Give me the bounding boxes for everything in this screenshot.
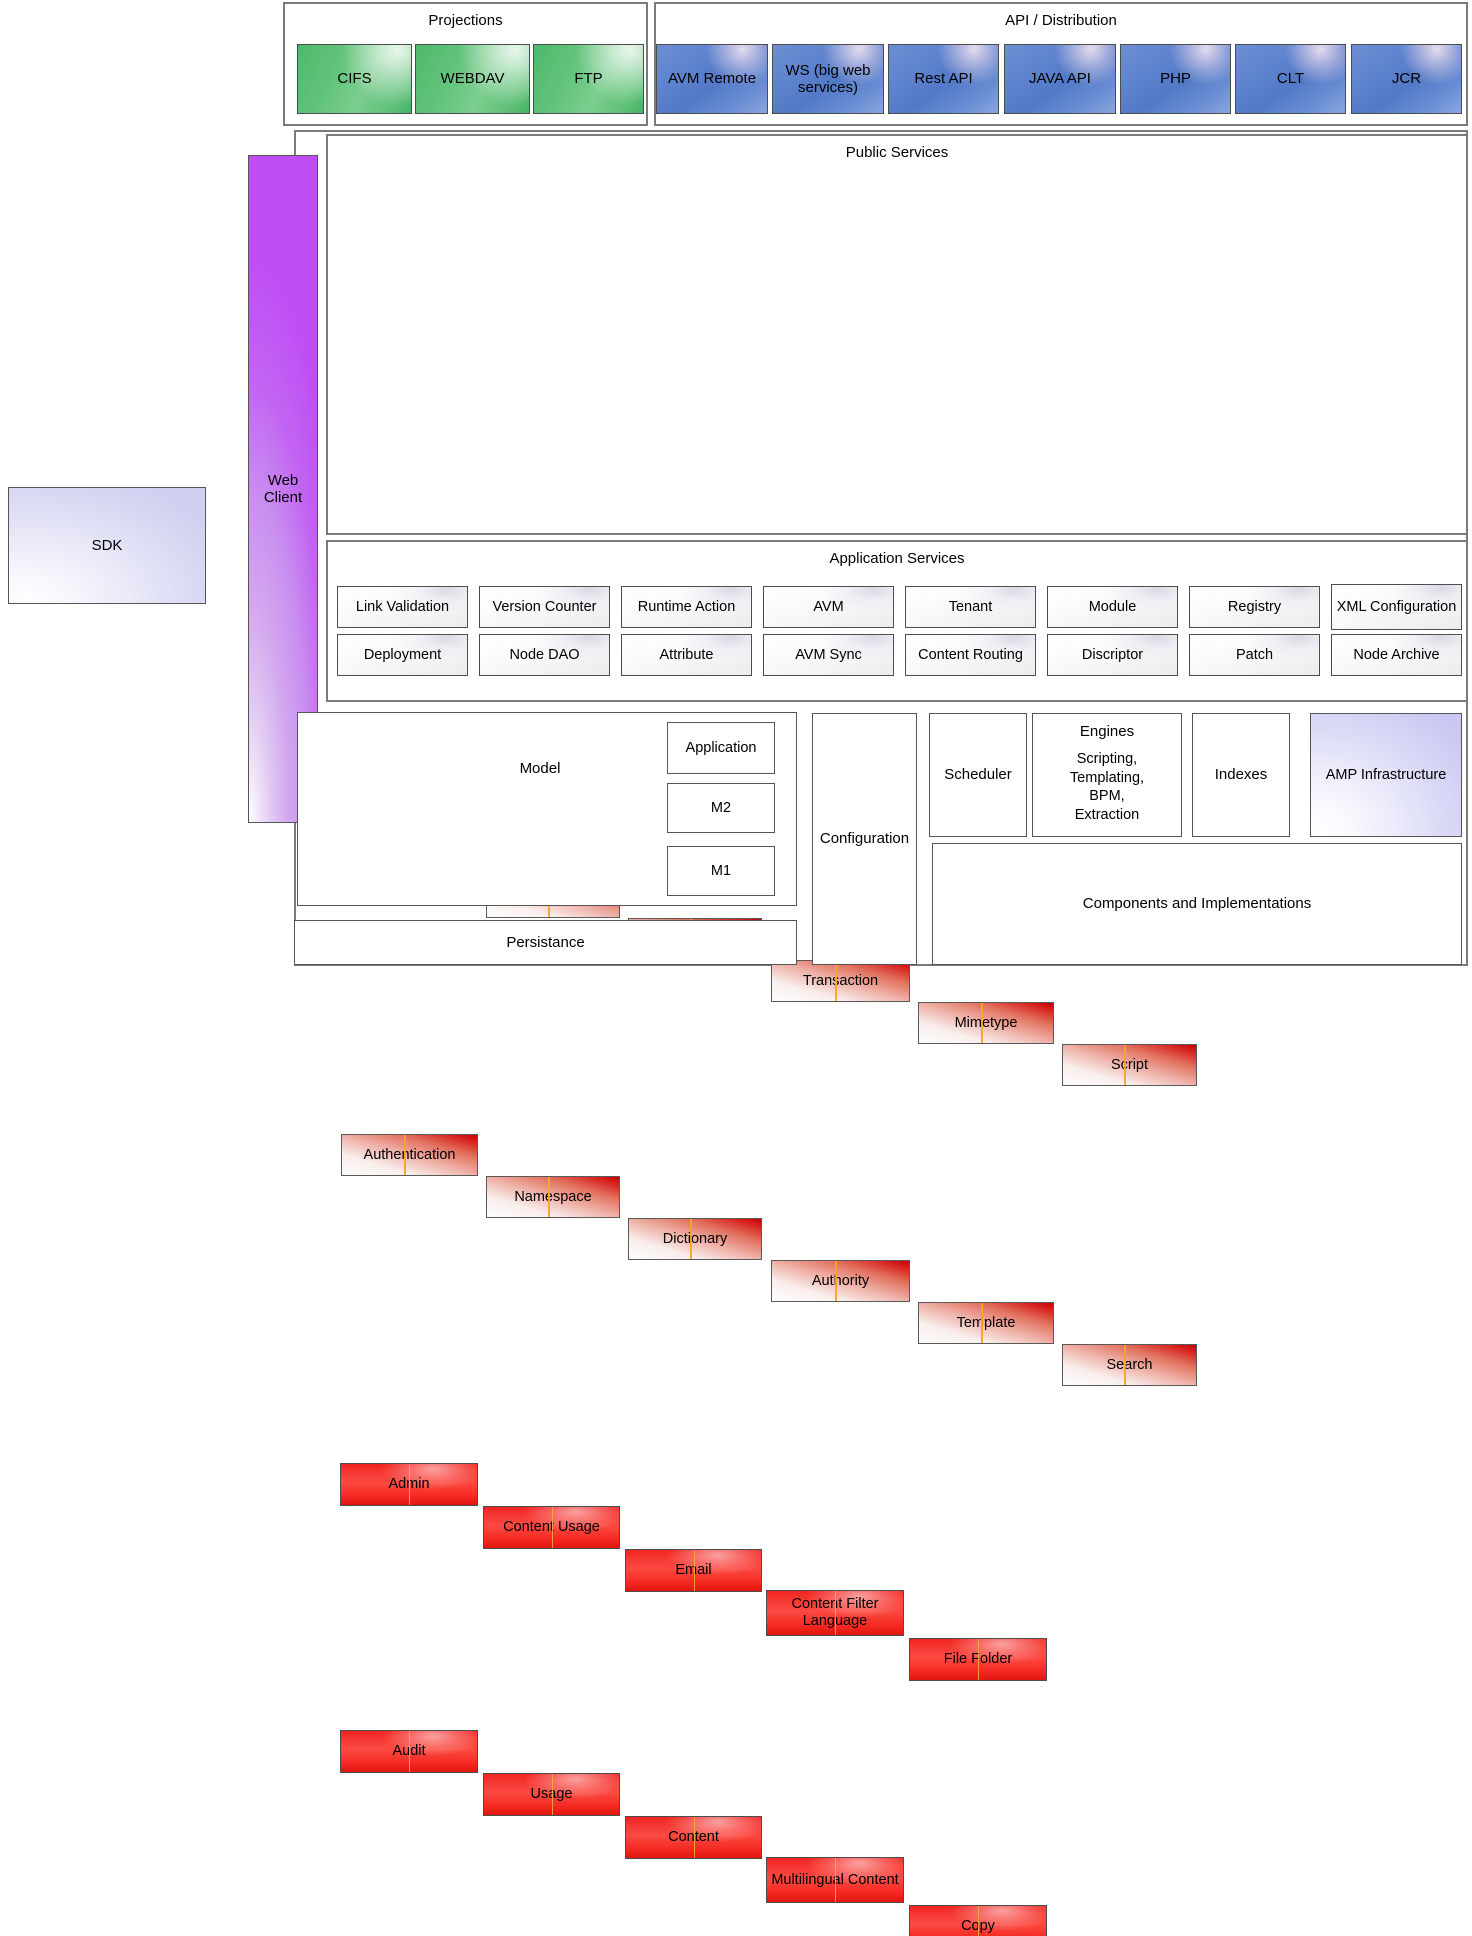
public-services-title: Public Services	[845, 144, 949, 161]
app-service-node-archive[interactable]: Node Archive	[1331, 634, 1462, 676]
public-service-script[interactable]: Script	[1062, 1044, 1197, 1086]
app-service-module[interactable]: Module	[1047, 586, 1178, 628]
public-service-email[interactable]: Email	[625, 1549, 762, 1592]
api-ws-big-web-services[interactable]: WS (big web services)	[772, 44, 884, 114]
api-distribution-title: API / Distribution	[1005, 12, 1117, 29]
engines-box[interactable]: Engines Scripting, Templating, BPM, Extr…	[1032, 713, 1182, 837]
model-layer-application[interactable]: Application	[667, 722, 775, 774]
model-label: Model	[519, 760, 561, 778]
components-implementations-box[interactable]: Components and Implementations	[932, 843, 1462, 965]
public-service-template[interactable]: Template	[918, 1302, 1054, 1344]
indexes-box[interactable]: Indexes	[1192, 713, 1290, 837]
sdk-box[interactable]: SDK	[8, 487, 206, 604]
app-service-avm-sync[interactable]: AVM Sync	[763, 634, 894, 676]
public-service-copy[interactable]: Copy	[909, 1905, 1047, 1936]
api-jcr[interactable]: JCR	[1351, 44, 1462, 114]
public-service-authentication[interactable]: Authentication	[341, 1134, 478, 1176]
public-service-content[interactable]: Content	[625, 1816, 762, 1859]
configuration-box[interactable]: Configuration	[812, 713, 917, 965]
projections-title: Projections	[428, 12, 503, 29]
projection-ftp[interactable]: FTP	[533, 44, 644, 114]
app-service-deployment[interactable]: Deployment	[337, 634, 468, 676]
public-service-usage[interactable]: Usage	[483, 1773, 620, 1816]
public-service-file-folder[interactable]: File Folder	[909, 1638, 1047, 1681]
public-service-transaction[interactable]: Transaction	[771, 960, 910, 1002]
api-clt[interactable]: CLT	[1235, 44, 1346, 114]
public-service-search[interactable]: Search	[1062, 1344, 1197, 1386]
public-service-dictionary[interactable]: Dictionary	[628, 1218, 762, 1260]
projection-cifs[interactable]: CIFS	[297, 44, 412, 114]
app-service-registry[interactable]: Registry	[1189, 586, 1320, 628]
engines-body: Scripting, Templating, BPM, Extraction	[1069, 751, 1145, 823]
persistance-box[interactable]: Persistance	[294, 920, 797, 965]
public-service-admin[interactable]: Admin	[340, 1463, 478, 1506]
public-service-content-usage[interactable]: Content Usage	[483, 1506, 620, 1549]
public-service-namespace[interactable]: Namespace	[486, 1176, 620, 1218]
app-service-content-routing[interactable]: Content Routing	[905, 634, 1036, 676]
app-service-attribute[interactable]: Attribute	[621, 634, 752, 676]
model-layer-m2[interactable]: M2	[667, 783, 775, 833]
model-layer-m1[interactable]: M1	[667, 846, 775, 896]
app-service-link-validation[interactable]: Link Validation	[337, 586, 468, 628]
app-service-xml-configuration[interactable]: XML Configuration	[1331, 584, 1462, 630]
app-service-discriptor[interactable]: Discriptor	[1047, 634, 1178, 676]
app-service-runtime-action[interactable]: Runtime Action	[621, 586, 752, 628]
public-services-container: Public Services	[326, 134, 1468, 535]
api-avm-remote[interactable]: AVM Remote	[656, 44, 768, 114]
application-services-title: Application Services	[829, 550, 965, 567]
api-java-api[interactable]: JAVA API	[1004, 44, 1116, 114]
api-rest-api[interactable]: Rest API	[888, 44, 999, 114]
engines-title: Engines	[1079, 723, 1135, 740]
app-service-version-counter[interactable]: Version Counter	[479, 586, 610, 628]
public-service-authority[interactable]: Authority	[771, 1260, 910, 1302]
app-service-tenant[interactable]: Tenant	[905, 586, 1036, 628]
app-service-avm[interactable]: AVM	[763, 586, 894, 628]
public-service-mimetype[interactable]: Mimetype	[918, 1002, 1054, 1044]
app-service-node-dao[interactable]: Node DAO	[479, 634, 610, 676]
public-service-audit[interactable]: Audit	[340, 1730, 478, 1773]
projection-webdav[interactable]: WEBDAV	[415, 44, 530, 114]
public-service-multilingual-content[interactable]: Multilingual Content	[766, 1857, 904, 1903]
scheduler-box[interactable]: Scheduler	[929, 713, 1027, 837]
public-service-content-filter-language[interactable]: Content Filter Language	[766, 1590, 904, 1636]
app-service-patch[interactable]: Patch	[1189, 634, 1320, 676]
api-php[interactable]: PHP	[1120, 44, 1231, 114]
amp-infrastructure-box[interactable]: AMP Infrastructure	[1310, 713, 1462, 837]
